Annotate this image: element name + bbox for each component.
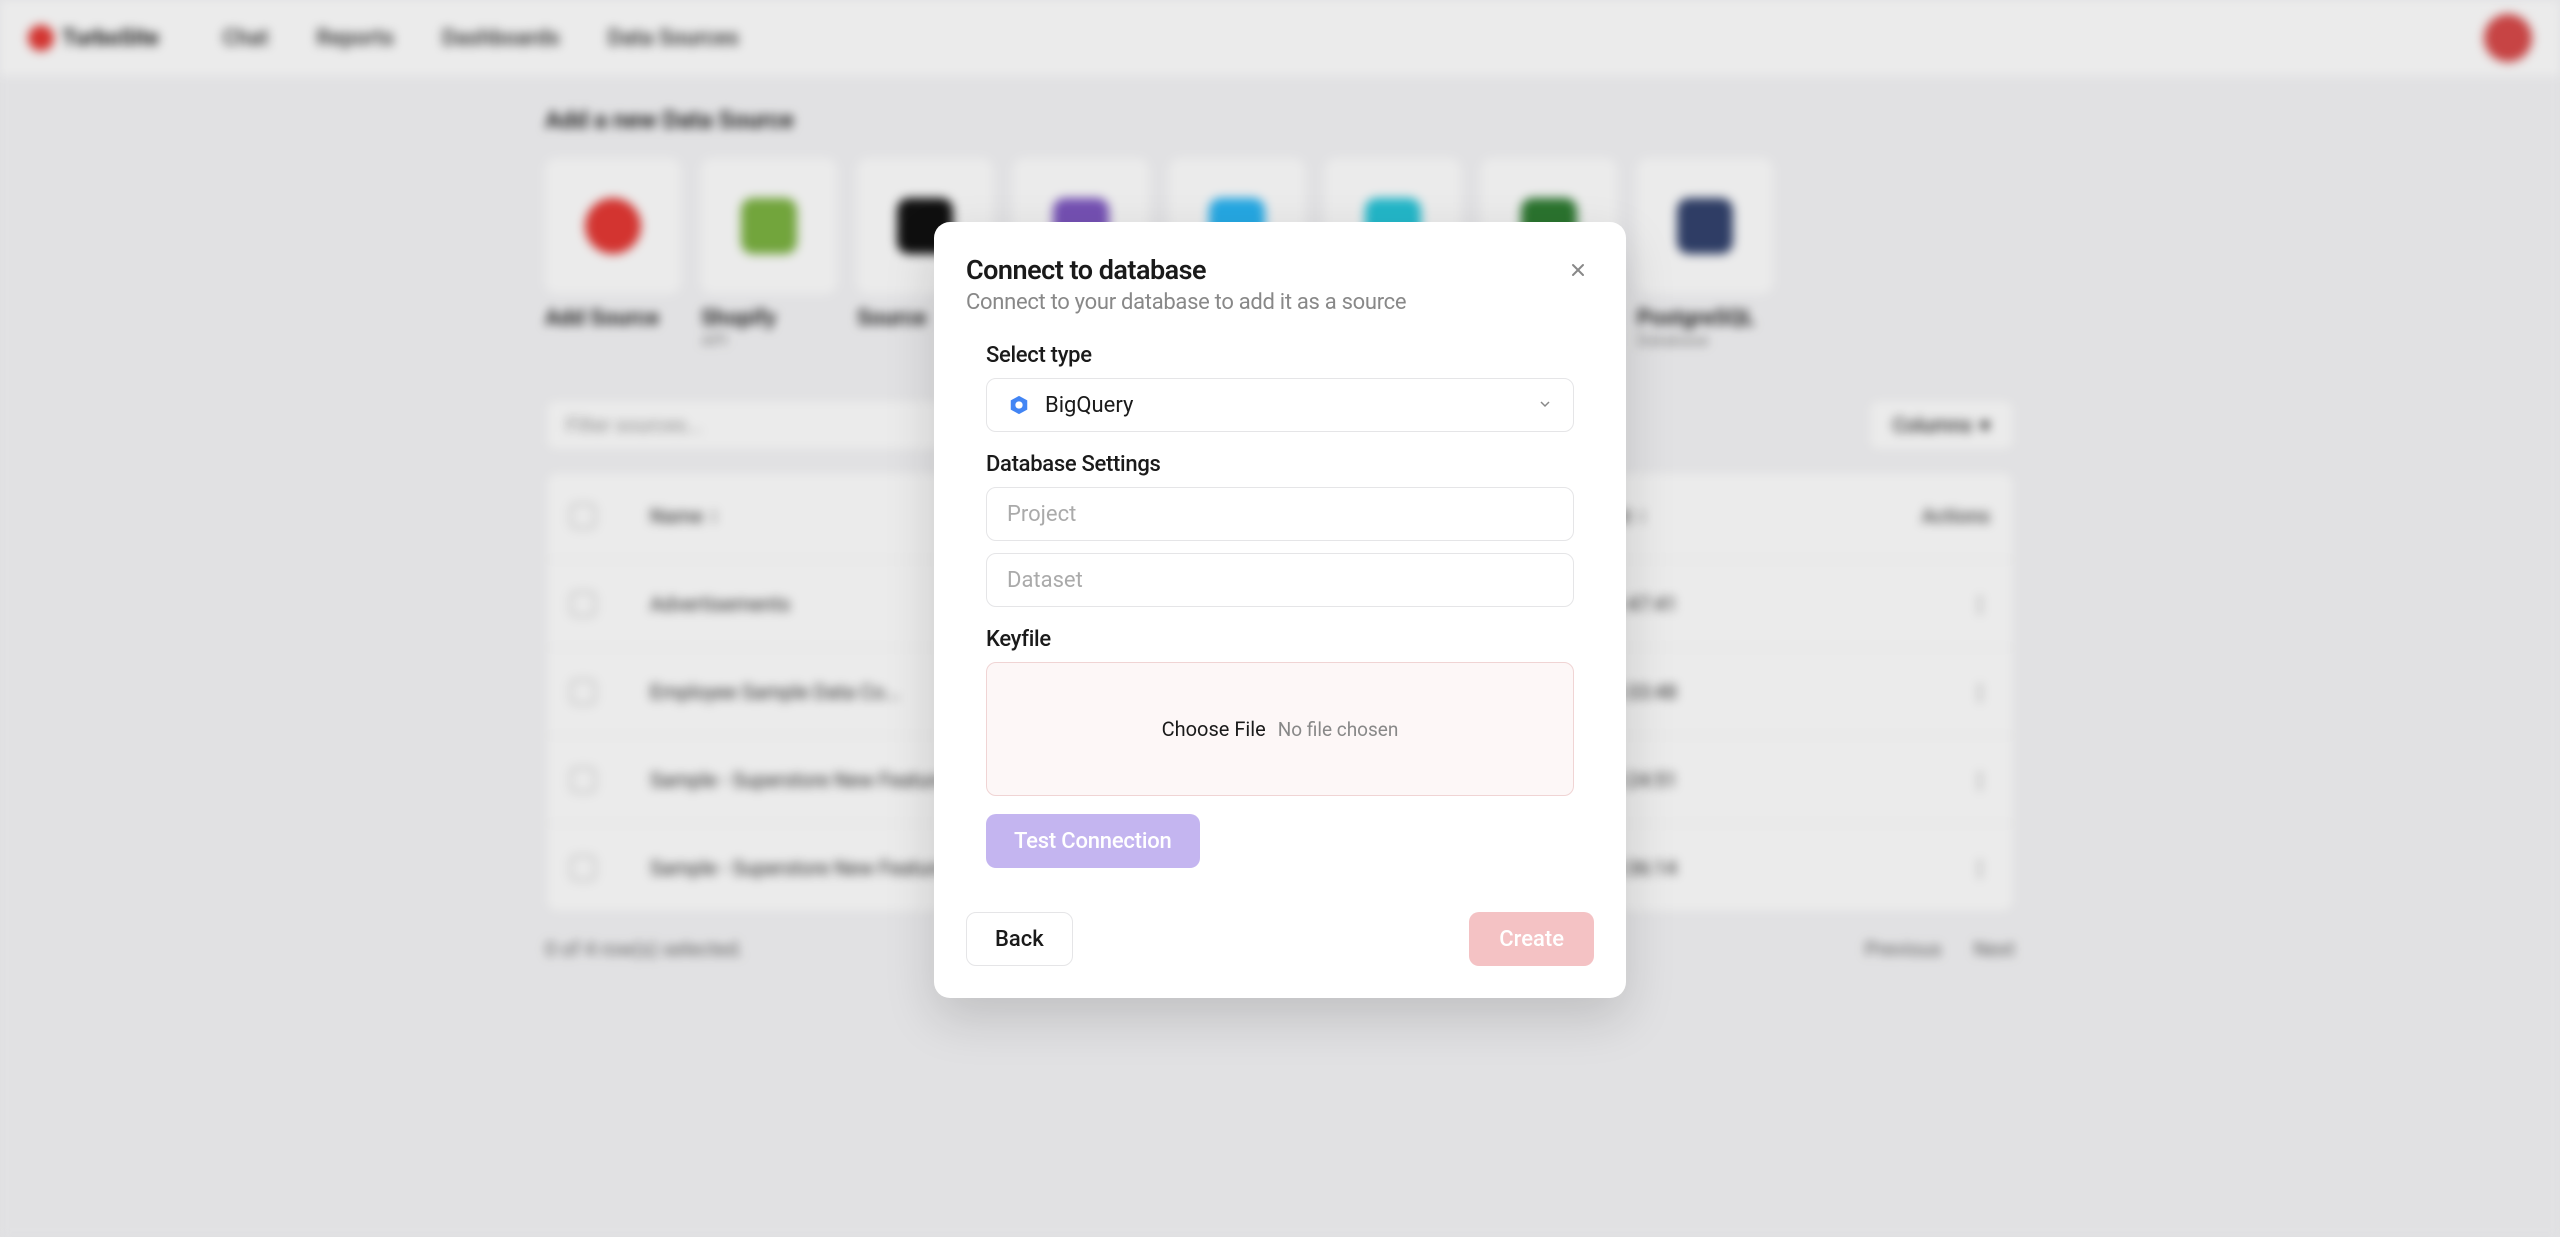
close-icon	[1569, 261, 1587, 279]
dataset-input[interactable]	[986, 553, 1574, 607]
modal-footer: Back Create	[966, 912, 1594, 966]
project-input[interactable]	[986, 487, 1574, 541]
modal-header: Connect to database Connect to your data…	[966, 254, 1594, 315]
no-file-text: No file chosen	[1278, 718, 1399, 741]
keyfile-label: Keyfile	[986, 627, 1574, 652]
modal-title: Connect to database	[966, 254, 1406, 286]
test-connection-button[interactable]: Test Connection	[986, 814, 1200, 868]
choose-file-button[interactable]: Choose File	[1162, 717, 1266, 741]
keyfile-dropzone[interactable]: Choose File No file chosen	[986, 662, 1574, 796]
modal-overlay: Connect to database Connect to your data…	[0, 0, 2560, 1237]
close-button[interactable]	[1562, 254, 1594, 286]
form-section: Select type BigQuery	[966, 343, 1594, 868]
chevron-down-icon	[1537, 393, 1553, 418]
modal-subtitle: Connect to your database to add it as a …	[966, 290, 1406, 315]
db-settings-label: Database Settings	[986, 452, 1574, 477]
db-type-value: BigQuery	[1045, 393, 1133, 418]
create-button[interactable]: Create	[1469, 912, 1594, 966]
connect-database-modal: Connect to database Connect to your data…	[934, 222, 1626, 998]
db-type-select[interactable]: BigQuery	[986, 378, 1574, 432]
select-type-label: Select type	[986, 343, 1574, 368]
back-button[interactable]: Back	[966, 912, 1073, 966]
bigquery-icon	[1007, 393, 1031, 417]
